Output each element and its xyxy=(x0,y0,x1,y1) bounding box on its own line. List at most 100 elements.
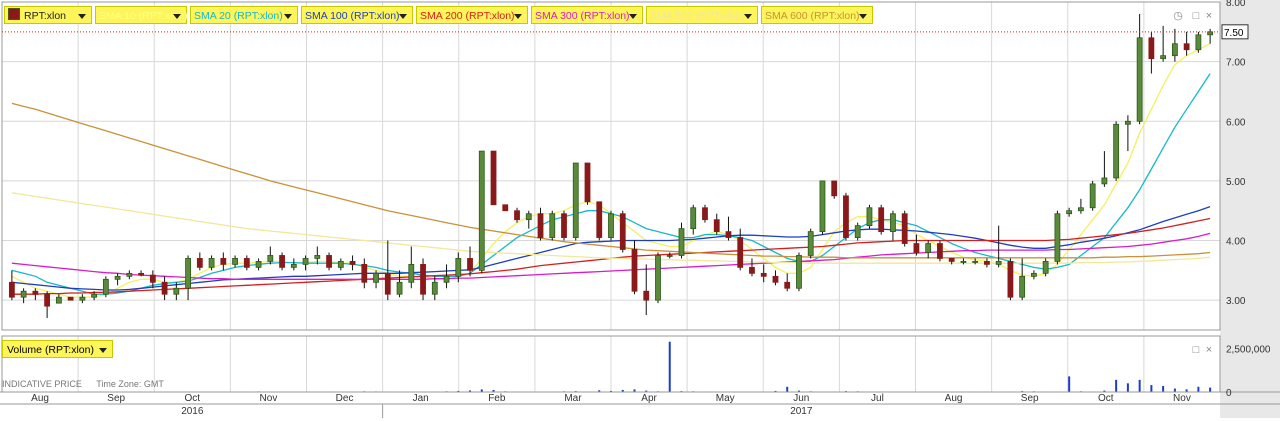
ohlc-body xyxy=(67,296,74,301)
ohlc-body xyxy=(1042,261,1049,274)
ohlc-body xyxy=(937,243,943,259)
month-tick-label: Nov xyxy=(260,393,278,404)
clock-icon[interactable]: ◷ xyxy=(1172,10,1184,22)
ohlc-body xyxy=(866,207,873,227)
volume-bar xyxy=(1126,383,1129,392)
ohlc-series-icon xyxy=(8,8,20,20)
ohlc-body xyxy=(467,258,473,271)
ohlc-body xyxy=(772,275,779,283)
ohlc-body xyxy=(114,275,121,280)
month-tick-label: Dec xyxy=(336,393,354,404)
ohlc-body xyxy=(725,231,732,238)
chevron-down-icon xyxy=(78,14,86,19)
legend-item[interactable]: SMA 10 (RPT:xlon) xyxy=(95,6,188,24)
ohlc-body xyxy=(102,278,109,295)
ohlc-body xyxy=(749,266,755,274)
chevron-down-icon xyxy=(859,14,867,19)
month-tick-label: Sep xyxy=(107,393,125,404)
ohlc-bar xyxy=(1113,121,1120,181)
ohlc-bar xyxy=(937,240,943,262)
price-tick-label: 5.00 xyxy=(1226,177,1246,188)
ohlc-body xyxy=(666,255,673,257)
ohlc-body xyxy=(232,258,238,265)
ohlc-body xyxy=(290,263,297,268)
volume-bar xyxy=(1115,379,1118,392)
ohlc-body xyxy=(502,204,509,212)
month-tick-label: Mar xyxy=(564,393,582,404)
chevron-down-icon xyxy=(629,14,637,19)
legend-label: SMA 200 (RPT:xlon) xyxy=(420,10,515,22)
maximize-icon[interactable]: □ xyxy=(1190,10,1202,22)
month-tick-label: Aug xyxy=(31,393,49,404)
legend-item[interactable]: SMA 300 (RPT:xlon) xyxy=(531,6,643,24)
ohlc-body xyxy=(737,237,744,268)
legend-item[interactable]: SMA 600 (RPT:xlon) xyxy=(761,6,873,24)
ohlc-body xyxy=(655,255,661,301)
ohlc-body xyxy=(408,263,415,283)
ohlc-body xyxy=(643,290,650,301)
legend-item[interactable]: RPT:xlon xyxy=(4,6,92,24)
legend-item[interactable]: SMA 20 (RPT:xlon) xyxy=(190,6,298,24)
chevron-down-icon xyxy=(744,14,752,19)
ohlc-bar xyxy=(502,204,509,212)
ohlc-bar xyxy=(326,252,332,271)
legend-label: SMA 300 (RPT:xlon) xyxy=(535,10,630,22)
close-icon[interactable]: × xyxy=(1203,10,1215,22)
chevron-down-icon xyxy=(399,14,407,19)
ohlc-bar xyxy=(843,192,849,241)
ohlc-body xyxy=(525,213,532,221)
month-tick-label: Oct xyxy=(185,393,201,404)
ohlc-body xyxy=(608,213,614,238)
ohlc-body xyxy=(1183,43,1190,51)
ohlc-bar xyxy=(901,210,908,247)
ohlc-body xyxy=(619,213,626,250)
legend-item[interactable]: SMA 500 (RPT:xlon) xyxy=(646,6,758,24)
ohlc-body xyxy=(196,258,203,268)
volume-bar xyxy=(1209,387,1212,392)
month-tick-label: May xyxy=(716,393,735,404)
ohlc-body xyxy=(1089,183,1096,209)
price-grid xyxy=(0,0,1280,418)
ohlc-body xyxy=(819,180,826,232)
ohlc-bar xyxy=(702,204,708,223)
ohlc-body xyxy=(326,255,332,268)
legend-label: SMA 600 (RPT:xlon) xyxy=(765,10,860,22)
volume-tick-label: 2,500,000 xyxy=(1226,345,1271,356)
volume-legend-pill[interactable]: Volume (RPT:xlon) xyxy=(2,340,113,358)
chevron-down-icon xyxy=(98,348,107,353)
price-tick-label: 7.00 xyxy=(1226,58,1246,69)
ohlc-body xyxy=(690,207,697,230)
volume-maximize-icon[interactable]: □ xyxy=(1190,344,1202,356)
ohlc-body xyxy=(32,290,39,295)
ohlc-body xyxy=(1066,210,1073,215)
last-price-label: 7.50 xyxy=(1224,28,1244,39)
ohlc-bar xyxy=(279,252,285,271)
ohlc-body xyxy=(302,258,309,265)
ohlc-bar xyxy=(1054,210,1061,265)
ohlc-body xyxy=(596,201,603,238)
ohlc-bar xyxy=(796,252,802,292)
ohlc-body xyxy=(948,258,955,262)
ohlc-bar xyxy=(102,276,109,298)
ohlc-body xyxy=(208,258,215,268)
ohlc-body xyxy=(972,261,979,263)
ohlc-body xyxy=(1148,37,1155,60)
volume-bar xyxy=(1173,388,1176,392)
chart-background xyxy=(0,0,1280,418)
ohlc-body xyxy=(702,207,708,221)
legend-label: SMA 20 (RPT:xlon) xyxy=(194,10,283,22)
ohlc-body xyxy=(420,263,426,295)
ohlc-body xyxy=(79,296,86,301)
ohlc-body xyxy=(713,219,720,233)
ohlc-bar xyxy=(1195,31,1202,53)
volume-bar xyxy=(668,341,671,392)
volume-close-icon[interactable]: × xyxy=(1203,344,1215,356)
month-tick-label: Aug xyxy=(945,393,963,404)
price-tick-label: 3.00 xyxy=(1226,296,1246,307)
ohlc-body xyxy=(8,281,15,298)
ohlc-body xyxy=(807,231,814,256)
ohlc-body xyxy=(1160,55,1167,60)
legend-item[interactable]: SMA 200 (RPT:xlon) xyxy=(416,6,528,24)
ohlc-body xyxy=(1101,177,1108,185)
legend-item[interactable]: SMA 100 (RPT:xlon) xyxy=(301,6,413,24)
